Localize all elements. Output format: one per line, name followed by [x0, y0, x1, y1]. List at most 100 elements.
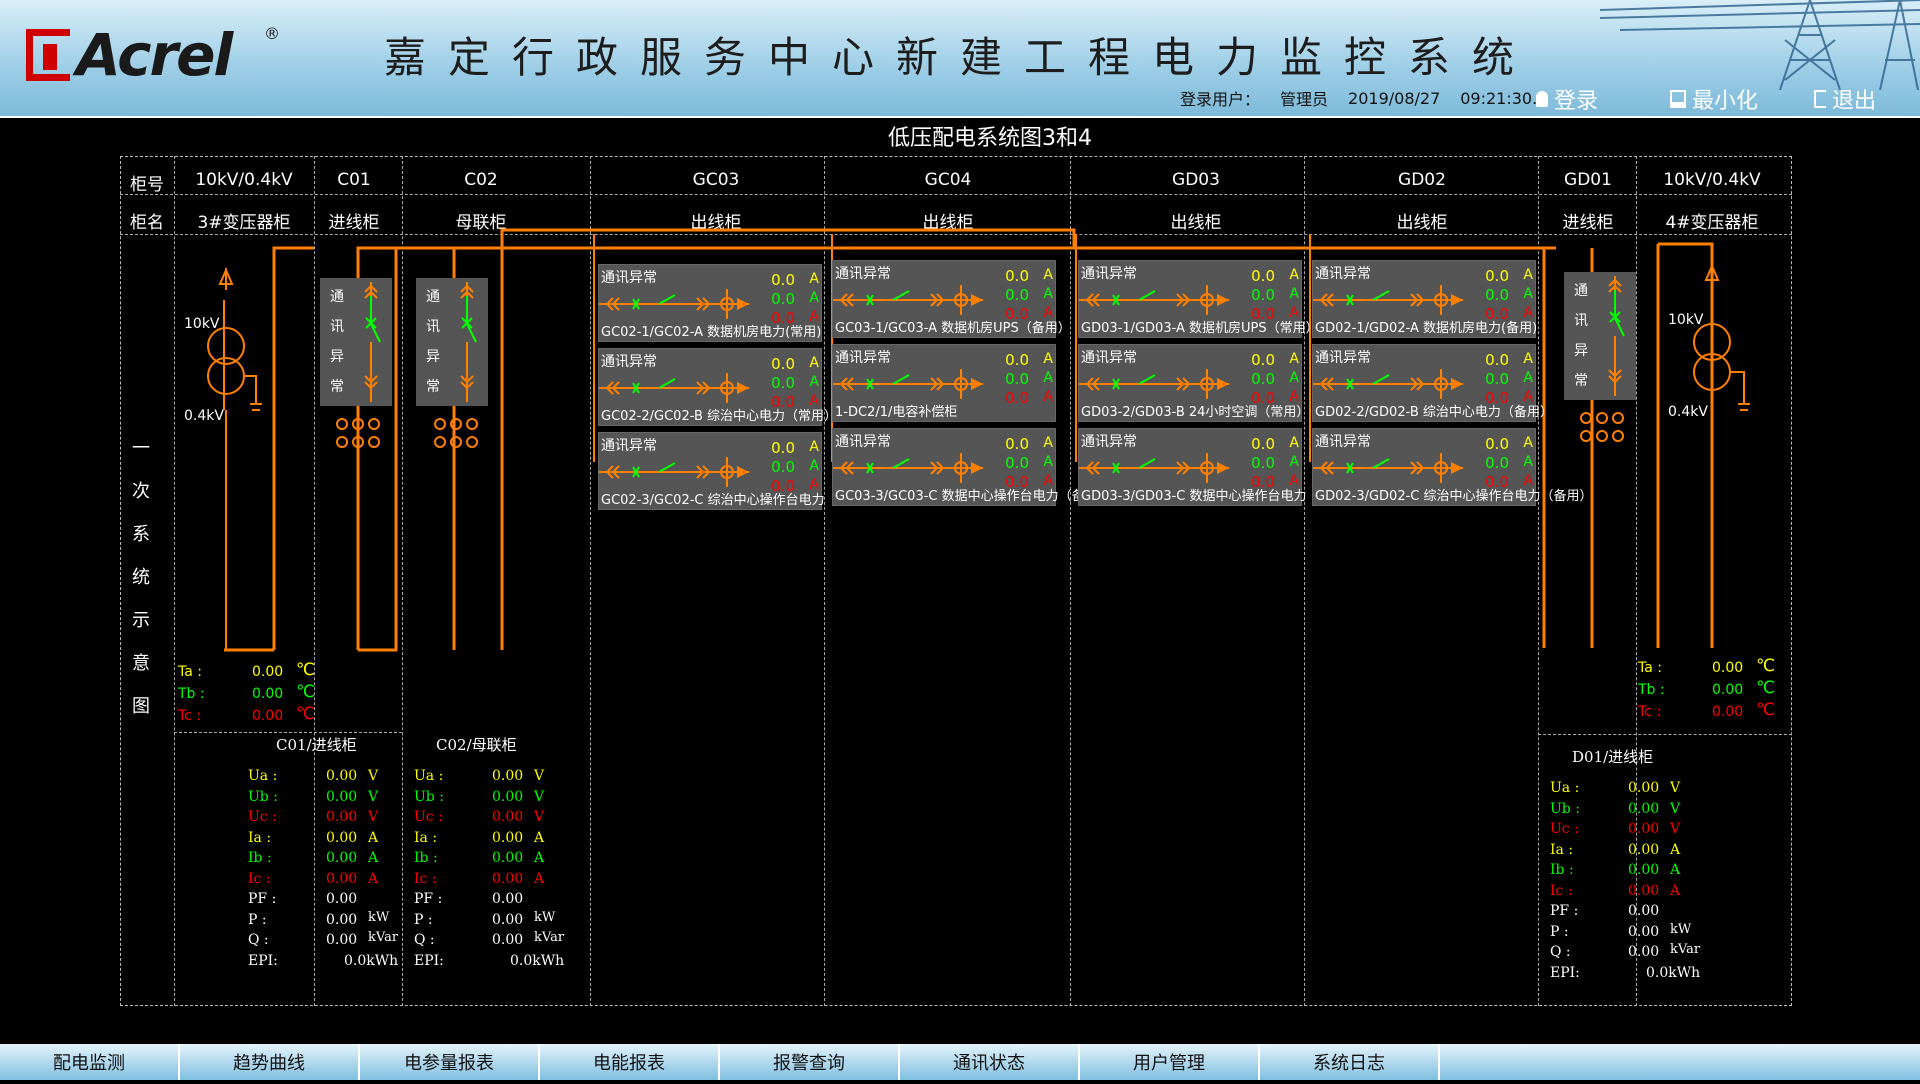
feeder-breaker-icon: [1079, 369, 1229, 399]
feeder-current-value: 0.0: [1485, 351, 1509, 369]
feeder-panel[interactable]: 通讯异常 0.0 A 0.0 A 0.0 A GD03-1/GD03-A 数据机房UPS（常用…: [1078, 260, 1319, 338]
nav-item[interactable]: 报警查询: [720, 1044, 900, 1080]
meter-key: P :: [414, 911, 433, 928]
meter-key: Q :: [414, 932, 435, 948]
lv-label: 0.4kV: [1668, 404, 1708, 420]
status-char: 异: [426, 349, 440, 365]
meter-key: PF :: [248, 891, 277, 907]
meter-key: EPI:: [414, 952, 444, 969]
feeder-breaker-icon: [599, 457, 749, 487]
meter-value: 0.00: [492, 870, 524, 887]
meter-unit: A: [1670, 841, 1681, 858]
nav-item[interactable]: 电参量报表: [360, 1044, 540, 1080]
meter-value: 0.00: [492, 850, 524, 866]
feeder-current-value: 0.0: [1005, 389, 1029, 407]
feeder-current-value: 0.0: [771, 355, 795, 373]
feeder-current-unit: A: [1523, 286, 1533, 302]
temperature-k: Tb :: [1638, 682, 1665, 698]
meter-value: 0.0kWh: [1646, 964, 1701, 981]
meter-unit: kVar: [368, 930, 399, 945]
feeder-breaker-icon: [833, 285, 983, 315]
meter-unit: A: [368, 829, 379, 846]
meter-title: D01/进线柜: [1572, 748, 1654, 766]
meter-key: Ic :: [248, 870, 271, 887]
feeder-panel[interactable]: 通讯异常 0.0 A 0.0 A 0.0 A GD02-1/GD02-A 数据机房电力(备用): [1312, 260, 1537, 338]
feeder-breaker-icon: [1313, 285, 1463, 315]
status-char: 通: [1574, 283, 1588, 299]
feeder-breaker-icon: [833, 369, 983, 399]
feeder-current-value: 0.0: [1251, 267, 1275, 285]
feeder-current-value: 0.0: [1005, 454, 1029, 472]
feeder-name: 1-DC2/1/电容补偿柜: [835, 405, 958, 420]
feeder-panel[interactable]: 通讯异常 0.0 A 0.0 A 0.0 A GD03-2/GD03-B 24小时空调（常用）: [1078, 344, 1309, 422]
meter-value: 0.00: [492, 829, 524, 846]
status-char: 异: [330, 349, 344, 365]
meter-unit: V: [534, 768, 545, 784]
feeder-current-unit: A: [1289, 267, 1299, 283]
feeder-panel[interactable]: 通讯异常 0.0 A 0.0 A 0.0 A GD03-3/GD03-C 数据中心操作台电力: [1078, 428, 1307, 506]
feeder-current-unit: A: [1289, 286, 1299, 302]
feeder-panel[interactable]: 通讯异常 0.0 A 0.0 A 0.0 A GC02-2/GC02-B 综治中心电力（常用）: [598, 348, 837, 426]
meter-value: 0.00: [326, 788, 358, 805]
feeder-panel[interactable]: 通讯异常 0.0 A 0.0 A 0.0 A GC03-3/GC03-C 数据中心操作台电力（…: [832, 428, 1085, 506]
meter-value: 0.00: [492, 788, 524, 805]
breaker-status-box[interactable]: 通讯异常: [416, 278, 488, 406]
feeder-current-unit: A: [809, 439, 819, 455]
feeder-current-value: 0.0: [1251, 435, 1275, 453]
nav-item[interactable]: 用户管理: [1080, 1044, 1260, 1080]
temperature-v: 0.00: [252, 708, 284, 724]
meter-value: 0.00: [1628, 841, 1660, 858]
meter-value: 0.00: [492, 911, 524, 928]
meter-value: 0.0kWh: [344, 952, 399, 969]
lv-label: 0.4kV: [184, 408, 224, 424]
meter-unit: A: [534, 850, 545, 866]
feeder-panel[interactable]: 通讯异常 0.0 A 0.0 A 0.0 A 1-DC2/1/电容补偿柜: [832, 344, 1056, 422]
breaker-status-box[interactable]: 通讯异常: [320, 278, 392, 406]
meter-unit: V: [368, 788, 379, 805]
feeder-breaker-icon: [599, 289, 749, 319]
meter-value: 0.00: [326, 932, 358, 948]
meter-unit: A: [534, 870, 545, 887]
comm-status: 通讯异常: [601, 270, 657, 286]
feeder-breaker-icon: [1313, 369, 1463, 399]
feeder-name: GC02-1/GC02-A 数据机房电力(常用): [601, 325, 822, 340]
feeder-current-unit: A: [1043, 454, 1053, 470]
nav-item[interactable]: 系统日志: [1260, 1044, 1440, 1080]
feeder-panel[interactable]: 通讯异常 0.0 A 0.0 A 0.0 A GD02-3/GD02-C 综治中心操作台电力（…: [1312, 428, 1593, 506]
meter-unit: V: [1670, 821, 1681, 837]
meter-value: 0.00: [1628, 923, 1660, 940]
nav-item[interactable]: 通讯状态: [900, 1044, 1080, 1080]
status-char: 通: [330, 289, 344, 305]
meter-key: Ic :: [414, 870, 437, 887]
temperature-k: Ta :: [1638, 660, 1662, 676]
feeder-name: GC03-3/GC03-C 数据中心操作台电力（备: [835, 489, 1085, 504]
meter-key: PF :: [414, 891, 443, 907]
meter-unit: kW: [534, 909, 556, 925]
feeder-panel[interactable]: 通讯异常 0.0 A 0.0 A 0.0 A GC02-3/GC02-C 综治中心操作台电力: [598, 432, 825, 510]
breaker-status-box[interactable]: 通讯异常: [1564, 272, 1636, 400]
feeder-panel[interactable]: 通讯异常 0.0 A 0.0 A 0.0 A GD02-2/GD02-B 综治中心电力（备用）: [1312, 344, 1553, 422]
feeder-panel[interactable]: 通讯异常 0.0 A 0.0 A 0.0 A GC02-1/GC02-A 数据机房电力(常用): [598, 264, 822, 342]
nav-item[interactable]: 趋势曲线: [180, 1044, 360, 1080]
meter-unit: V: [368, 768, 379, 784]
meter-unit: A: [534, 829, 545, 846]
feeder-current-value: 0.0: [1251, 454, 1275, 472]
feeder-current-unit: A: [809, 458, 819, 474]
meter-unit: V: [368, 809, 379, 825]
breaker-symbol-icon: [364, 282, 381, 402]
temperature-k: Ta :: [178, 664, 202, 680]
feeder-panel[interactable]: 通讯异常 0.0 A 0.0 A 0.0 A GC03-1/GC03-A 数据机房UPS（备用…: [832, 260, 1071, 338]
meter-value: 0.0kWh: [510, 952, 565, 969]
feeder-current-value: 0.0: [771, 439, 795, 457]
meter-key: Ib :: [248, 850, 272, 866]
feeder-current-value: 0.0: [771, 458, 795, 476]
nav-item[interactable]: 配电监测: [0, 1044, 180, 1080]
feeder-current-value: 0.0: [1485, 267, 1509, 285]
temperature-k: Tc :: [1638, 704, 1662, 720]
meter-unit: A: [1670, 862, 1681, 878]
nav-item[interactable]: 电能报表: [540, 1044, 720, 1080]
temperature-u: ℃: [1756, 656, 1776, 676]
meter-value: 0.00: [326, 870, 358, 887]
comm-status: 通讯异常: [835, 434, 891, 450]
meter-key: Ia :: [1550, 841, 1574, 858]
